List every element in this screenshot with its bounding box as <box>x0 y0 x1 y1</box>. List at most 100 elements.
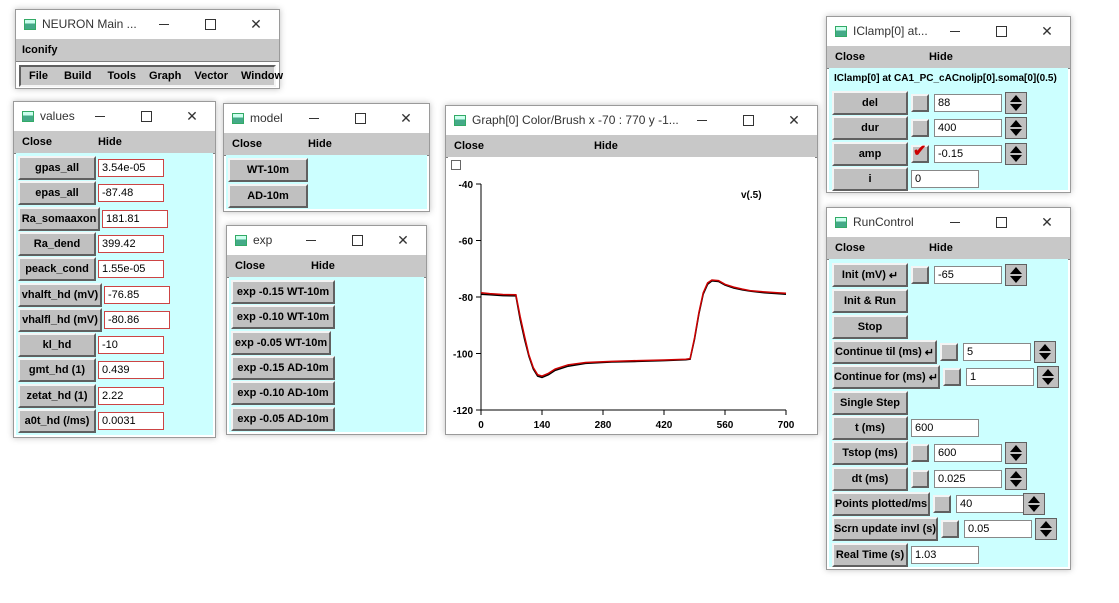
continue-for-checkbox[interactable] <box>943 368 961 386</box>
param-button-4[interactable]: peack_cond <box>18 257 96 282</box>
dt-checkbox[interactable] <box>911 470 929 488</box>
down-arrow-icon[interactable] <box>1010 104 1022 111</box>
close-icon[interactable]: ✕ <box>1024 208 1070 236</box>
title-bar[interactable]: RunControl ✕ <box>827 208 1070 236</box>
exp-button-1[interactable]: exp -0.10 WT-10m <box>231 305 335 330</box>
param-field-5[interactable]: -76.85 <box>104 285 170 304</box>
down-arrow-icon[interactable] <box>1042 378 1054 385</box>
param-button-10[interactable]: a0t_hd (/ms) <box>18 409 96 433</box>
menu-graph[interactable]: Graph <box>149 70 181 82</box>
iclamp-dur-button[interactable]: dur <box>832 116 908 141</box>
param-button-5[interactable]: vhalft_hd (mV) <box>18 282 102 307</box>
down-arrow-icon[interactable] <box>1010 276 1022 283</box>
param-button-1[interactable]: epas_all <box>18 181 96 206</box>
down-arrow-icon[interactable] <box>1010 129 1022 137</box>
init-button[interactable]: Init (mV) ↵ <box>832 263 908 287</box>
close-icon[interactable]: ✕ <box>383 104 429 132</box>
param-field-10[interactable]: 0.0031 <box>98 412 164 430</box>
up-arrow-icon[interactable] <box>1028 496 1040 503</box>
maximize-icon[interactable] <box>187 10 233 38</box>
close-icon[interactable]: ✕ <box>380 226 426 254</box>
title-bar[interactable]: Graph[0] Color/Brush x -70 : 770 y -1...… <box>446 106 817 134</box>
dt-field[interactable]: 0.025 <box>934 470 1002 488</box>
iclamp-amp-button[interactable]: amp <box>832 141 908 166</box>
title-bar[interactable]: NEURON Main ... ✕ <box>16 10 279 38</box>
menu-build[interactable]: Build <box>64 70 92 82</box>
hide-menu[interactable]: Hide <box>98 136 122 148</box>
menu-vector[interactable]: Vector <box>194 70 228 82</box>
exp-button-0[interactable]: exp -0.15 WT-10m <box>231 280 335 304</box>
init-checkbox[interactable] <box>911 266 929 284</box>
iclamp-del-checkbox[interactable] <box>911 94 929 112</box>
param-button-6[interactable]: vhalfl_hd (mV) <box>18 307 102 332</box>
scrn-update-checkbox[interactable] <box>941 520 959 538</box>
iclamp-del-button[interactable]: del <box>832 91 908 115</box>
dt-stepper[interactable] <box>1005 468 1027 490</box>
down-arrow-icon[interactable] <box>1010 480 1022 487</box>
exp-button-4[interactable]: exp -0.10 AD-10m <box>231 381 335 406</box>
param-field-9[interactable]: 2.22 <box>98 386 164 405</box>
tstop-checkbox[interactable] <box>911 444 929 462</box>
up-arrow-icon[interactable] <box>1010 267 1022 274</box>
close-menu[interactable]: Close <box>835 51 865 63</box>
param-field-0[interactable]: 3.54e-05 <box>98 159 164 177</box>
real-time-field[interactable]: 1.03 <box>911 546 979 564</box>
minimize-icon[interactable] <box>932 208 978 236</box>
up-arrow-icon[interactable] <box>1010 145 1022 153</box>
scrn-update-stepper[interactable] <box>1035 518 1057 540</box>
graph-canvas[interactable]: -40 -60 -80 -100 -120 0 140 280 420 560 700 v(.5) <box>448 157 815 432</box>
menu-file[interactable]: File <box>29 70 48 82</box>
menu-tools[interactable]: Tools <box>107 70 136 82</box>
scrn-update-field[interactable]: 0.05 <box>964 520 1032 538</box>
iclamp-amp-stepper[interactable] <box>1005 142 1027 165</box>
t-button[interactable]: t (ms) <box>832 416 908 440</box>
iclamp-amp-field[interactable]: -0.15 <box>934 144 1002 163</box>
down-arrow-icon[interactable] <box>1010 454 1022 461</box>
ad-10m-button[interactable]: AD-10m <box>228 184 308 208</box>
close-icon[interactable]: ✕ <box>233 10 279 38</box>
param-field-3[interactable]: 399.42 <box>98 234 164 253</box>
down-arrow-icon[interactable] <box>1040 530 1052 537</box>
single-step-button[interactable]: Single Step <box>832 391 908 415</box>
maximize-icon[interactable] <box>978 17 1024 45</box>
param-field-6[interactable]: -80.86 <box>104 310 170 329</box>
up-arrow-icon[interactable] <box>1010 120 1022 128</box>
maximize-icon[interactable] <box>337 104 383 132</box>
maximize-icon[interactable] <box>725 106 771 134</box>
close-menu[interactable]: Close <box>835 242 865 254</box>
hide-menu[interactable]: Hide <box>929 242 953 254</box>
stop-button[interactable]: Stop <box>832 315 908 339</box>
close-icon[interactable]: ✕ <box>169 102 215 130</box>
exp-button-5[interactable]: exp -0.05 AD-10m <box>231 406 335 431</box>
minimize-icon[interactable] <box>932 17 978 45</box>
param-button-8[interactable]: gmt_hd (1) <box>18 358 96 383</box>
param-field-4[interactable]: 1.55e-05 <box>98 260 164 279</box>
tstop-field[interactable]: 600 <box>934 444 1002 462</box>
param-button-2[interactable]: Ra_somaaxon <box>18 206 100 231</box>
iclamp-dur-field[interactable]: 400 <box>934 119 1002 138</box>
points-plotted-button[interactable]: Points plotted/ms <box>832 492 930 516</box>
continue-til-field[interactable]: 5 <box>963 343 1031 361</box>
minimize-icon[interactable] <box>77 102 123 130</box>
up-arrow-icon[interactable] <box>1040 521 1052 528</box>
minimize-icon[interactable] <box>291 104 337 132</box>
init-field[interactable]: -65 <box>934 266 1002 284</box>
close-menu[interactable]: Close <box>232 138 262 150</box>
param-button-9[interactable]: zetat_hd (1) <box>18 383 96 408</box>
minimize-icon[interactable] <box>141 10 187 38</box>
minimize-icon[interactable] <box>288 226 334 254</box>
title-bar[interactable]: model ✕ <box>224 104 429 132</box>
iclamp-amp-checkbox[interactable]: ✔ <box>911 143 929 163</box>
hide-menu[interactable]: Hide <box>308 138 332 150</box>
iclamp-dur-checkbox[interactable] <box>911 119 929 138</box>
real-time-button[interactable]: Real Time (s) <box>832 543 908 567</box>
title-bar[interactable]: IClamp[0] at... ✕ <box>827 17 1070 45</box>
up-arrow-icon[interactable] <box>1010 95 1022 102</box>
close-menu[interactable]: Close <box>454 140 484 152</box>
iclamp-del-stepper[interactable] <box>1005 92 1027 114</box>
down-arrow-icon[interactable] <box>1039 353 1051 360</box>
title-bar[interactable]: exp ✕ <box>227 226 426 254</box>
up-arrow-icon[interactable] <box>1042 369 1054 376</box>
up-arrow-icon[interactable] <box>1010 445 1022 452</box>
init-stepper[interactable] <box>1005 264 1027 286</box>
